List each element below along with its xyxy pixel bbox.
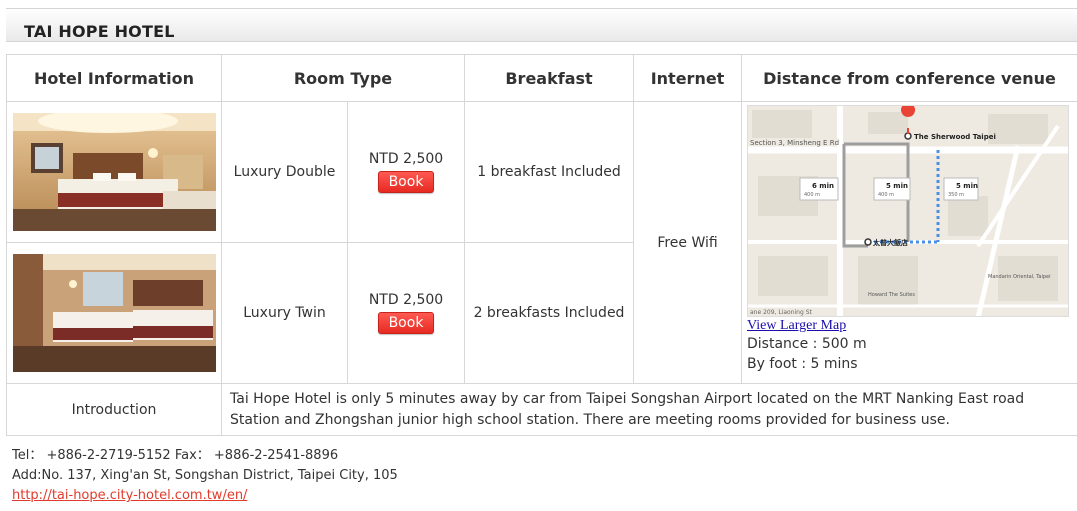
room-row-double: Luxury Double NTD 2,500 Book 1 breakfast… bbox=[6, 101, 1077, 384]
map-walk1: 6 min bbox=[812, 182, 834, 190]
hotel-table: Hotel Information Room Type Breakfast In… bbox=[6, 54, 1077, 436]
map-label-destination: The Sherwood Taipei bbox=[914, 133, 996, 141]
view-larger-map-link[interactable]: View Larger Map bbox=[747, 318, 1072, 334]
map-walk2: 5 min bbox=[886, 182, 908, 190]
breakfast-double: 1 breakfast Included bbox=[464, 101, 635, 243]
contact-block: Tel： +886-2-2719-5152 Fax： +886-2-2541-8… bbox=[12, 446, 398, 506]
room-photo-cell bbox=[6, 101, 222, 243]
room-price-twin: NTD 2,500 bbox=[368, 292, 444, 308]
map-label-howard: Howard The Suites bbox=[868, 292, 915, 298]
book-button-double[interactable]: Book bbox=[377, 171, 435, 193]
room-price-double: NTD 2,500 bbox=[368, 151, 444, 167]
map-graphic: The Sherwood Taipei Section 3, Minsheng … bbox=[748, 106, 1069, 316]
distance-cell: The Sherwood Taipei Section 3, Minsheng … bbox=[741, 101, 1077, 384]
map-walk2-dist: 400 m bbox=[878, 192, 894, 198]
header-distance: Distance from conference venue bbox=[741, 54, 1077, 102]
price-cell-double: NTD 2,500 Book bbox=[346, 101, 466, 243]
hotel-name: TAI HOPE HOTEL bbox=[24, 22, 175, 41]
intro-text: Tai Hope Hotel is only 5 minutes away by… bbox=[220, 383, 1077, 436]
book-button-twin[interactable]: Book bbox=[377, 312, 435, 334]
intro-row: Introduction Tai Hope Hotel is only 5 mi… bbox=[6, 383, 1077, 436]
header-row: Hotel Information Room Type Breakfast In… bbox=[6, 54, 1077, 102]
room-photo-twin bbox=[12, 254, 216, 372]
map-label-origin: 太普大飯店 bbox=[873, 238, 908, 247]
map-label-mandarin: Mandarin Oriental, Taipei bbox=[988, 274, 1051, 280]
map-label-road-liaoning: ane 209, Liaoning St bbox=[750, 309, 812, 316]
intro-label: Introduction bbox=[6, 383, 222, 436]
distance-text: Distance : 500 m bbox=[747, 336, 867, 352]
page: TAI HOPE HOTEL Hotel Information Room Ty… bbox=[0, 0, 1077, 511]
map-walk3-dist: 350 m bbox=[948, 192, 964, 198]
room-photo-cell bbox=[6, 242, 222, 384]
hotel-title-bar: TAI HOPE HOTEL bbox=[6, 8, 1077, 42]
header-breakfast: Breakfast bbox=[464, 54, 635, 102]
walk-time-text: By foot : 5 mins bbox=[747, 356, 858, 372]
hotel-website-link[interactable]: http://tai-hope.city-hotel.com.tw/en/ bbox=[12, 488, 247, 503]
map-label-road-minsheng: Section 3, Minsheng E Rd bbox=[750, 139, 839, 147]
room-name-double: Luxury Double bbox=[221, 101, 348, 243]
map-walk1-dist: 400 m bbox=[804, 192, 820, 198]
header-hotel-info: Hotel Information bbox=[6, 54, 222, 102]
address-line: Add:No. 137, Xing'an St, Songshan Distri… bbox=[12, 468, 398, 483]
breakfast-twin: 2 breakfasts Included bbox=[464, 242, 635, 384]
price-cell-twin: NTD 2,500 Book bbox=[346, 242, 466, 384]
room-name-twin: Luxury Twin bbox=[221, 242, 348, 384]
internet-value: Free Wifi bbox=[633, 101, 743, 384]
room-photo-double bbox=[12, 113, 216, 231]
phone-fax-line: Tel： +886-2-2719-5152 Fax： +886-2-2541-8… bbox=[12, 448, 339, 463]
map-walk3: 5 min bbox=[956, 182, 978, 190]
header-room-type: Room Type bbox=[220, 54, 466, 102]
location-map[interactable]: The Sherwood Taipei Section 3, Minsheng … bbox=[747, 105, 1070, 317]
header-internet: Internet bbox=[633, 54, 743, 102]
